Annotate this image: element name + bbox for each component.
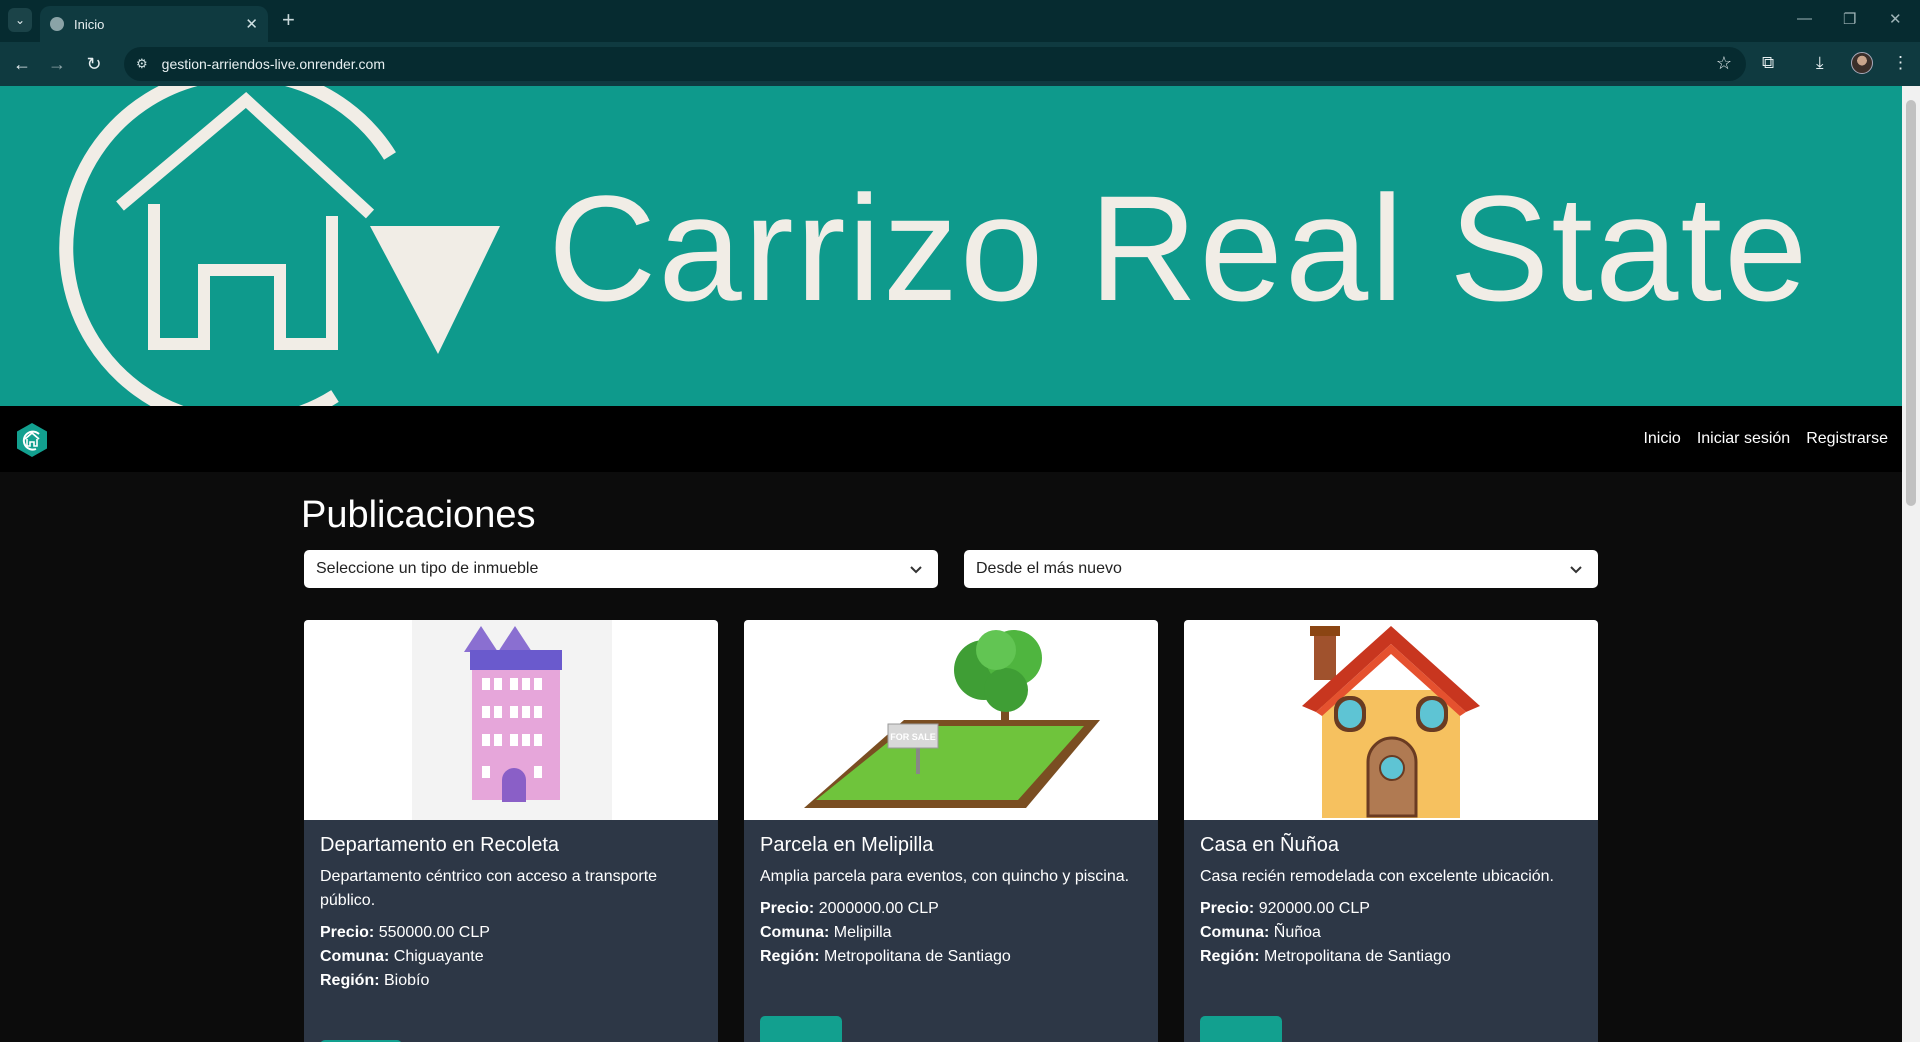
bookmark-star-icon[interactable]: ☆ bbox=[1716, 53, 1732, 74]
tab-search-button[interactable]: ⌄ bbox=[8, 8, 32, 32]
close-icon[interactable]: ✕ bbox=[245, 15, 258, 33]
house-illustration bbox=[1302, 626, 1480, 818]
sort-order-select[interactable]: Desde el más nuevo bbox=[964, 550, 1598, 588]
new-tab-button[interactable]: + bbox=[282, 9, 295, 31]
property-card: Departamento en Recoleta Departamento cé… bbox=[304, 620, 718, 1042]
profile-avatar[interactable] bbox=[1851, 52, 1873, 74]
property-description: Departamento céntrico con acceso a trans… bbox=[320, 868, 658, 909]
extensions-icon[interactable]: ⧉ bbox=[1762, 53, 1774, 73]
property-title: Casa en Ñuñoa bbox=[1200, 834, 1339, 856]
property-details: Precio: 550000.00 CLP Comuna: Chiguayant… bbox=[320, 921, 702, 993]
property-title: Departamento en Recoleta bbox=[320, 834, 560, 856]
address-bar[interactable]: ⚙ gestion-arriendos-live.onrender.com ☆ bbox=[124, 47, 1746, 81]
property-title: Parcela en Melipilla bbox=[760, 834, 934, 856]
property-details: Precio: 2000000.00 CLP Comuna: Melipilla… bbox=[760, 897, 1142, 969]
property-price: 2000000.00 CLP bbox=[818, 900, 939, 917]
price-label: Precio: bbox=[760, 900, 815, 917]
browser-toolbar: ← → ↻ ⚙ gestion-arriendos-live.onrender.… bbox=[0, 42, 1920, 86]
property-card-body: Departamento en Recoleta Departamento cé… bbox=[320, 820, 702, 993]
banner-title: Carrizo Real State bbox=[548, 164, 1810, 332]
property-comuna: Ñuñoa bbox=[1273, 924, 1321, 941]
sort-order-select-value: Desde el más nuevo bbox=[976, 560, 1122, 577]
window-close-icon[interactable]: ✕ bbox=[1889, 10, 1902, 28]
chevron-down-icon bbox=[1570, 566, 1582, 574]
forward-icon[interactable]: → bbox=[45, 52, 69, 76]
chevron-down-icon: ⌄ bbox=[14, 13, 26, 27]
site-logo-icon[interactable] bbox=[14, 422, 50, 458]
property-details: Precio: 920000.00 CLP Comuna: Ñuñoa Regi… bbox=[1200, 897, 1582, 969]
property-card: FOR SALE Parcela en Melipilla Amplia par… bbox=[744, 620, 1158, 1042]
nav-link-iniciar-sesion[interactable]: Iniciar sesión bbox=[1697, 430, 1790, 448]
globe-icon bbox=[50, 17, 64, 31]
property-image bbox=[304, 620, 718, 820]
comuna-label: Comuna: bbox=[760, 924, 830, 941]
chevron-down-icon bbox=[910, 566, 922, 574]
main-content: Publicaciones Seleccione un tipo de inmu… bbox=[0, 472, 1902, 1042]
property-image bbox=[1184, 620, 1598, 820]
comuna-label: Comuna: bbox=[320, 948, 390, 965]
property-region: Biobío bbox=[384, 972, 430, 989]
view-details-button[interactable] bbox=[1200, 1016, 1282, 1042]
restore-icon[interactable]: ❐ bbox=[1843, 10, 1856, 28]
land-parcel-illustration: FOR SALE bbox=[804, 630, 1100, 808]
property-region: Metropolitana de Santiago bbox=[824, 948, 1011, 965]
property-card-body: Casa en Ñuñoa Casa recién remodelada con… bbox=[1200, 820, 1582, 969]
property-card-body: Parcela en Melipilla Amplia parcela para… bbox=[760, 820, 1142, 969]
property-image: FOR SALE bbox=[744, 620, 1158, 820]
property-region: Metropolitana de Santiago bbox=[1264, 948, 1451, 965]
browser-tab-strip: ⌄ Inicio ✕ + — ❐ ✕ bbox=[0, 0, 1920, 42]
page-scrollbar[interactable] bbox=[1902, 86, 1920, 1042]
property-description: Amplia parcela para eventos, con quincho… bbox=[760, 868, 1130, 885]
property-type-select-value: Seleccione un tipo de inmueble bbox=[316, 560, 539, 577]
page-title: Publicaciones bbox=[301, 494, 536, 536]
property-type-select[interactable]: Seleccione un tipo de inmueble bbox=[304, 550, 938, 588]
menu-kebab-icon[interactable]: ⋮ bbox=[1892, 53, 1909, 73]
property-description: Casa recién remodelada con excelente ubi… bbox=[1200, 868, 1554, 885]
comuna-label: Comuna: bbox=[1200, 924, 1270, 941]
page-viewport: Carrizo Real State Inicio Iniciar sesión… bbox=[0, 86, 1902, 1042]
tab-title: Inicio bbox=[74, 16, 105, 32]
region-label: Región: bbox=[320, 972, 380, 989]
region-label: Región: bbox=[1200, 948, 1260, 965]
region-label: Región: bbox=[760, 948, 820, 965]
price-label: Precio: bbox=[1200, 900, 1255, 917]
site-navbar: Inicio Iniciar sesión Registrarse bbox=[0, 406, 1902, 472]
property-price: 920000.00 CLP bbox=[1258, 900, 1370, 917]
house-arrow-logo bbox=[59, 86, 500, 406]
svg-text:FOR SALE: FOR SALE bbox=[890, 732, 936, 742]
nav-link-inicio[interactable]: Inicio bbox=[1643, 430, 1680, 448]
property-price: 550000.00 CLP bbox=[378, 924, 490, 941]
site-info-icon[interactable]: ⚙ bbox=[136, 56, 148, 72]
download-icon[interactable]: ⤓ bbox=[1816, 53, 1824, 73]
view-details-button[interactable] bbox=[760, 1016, 842, 1042]
url-text[interactable]: gestion-arriendos-live.onrender.com bbox=[162, 56, 385, 72]
back-icon[interactable]: ← bbox=[10, 52, 34, 76]
property-comuna: Melipilla bbox=[833, 924, 892, 941]
reload-icon[interactable]: ↻ bbox=[82, 52, 106, 76]
browser-tab[interactable]: Inicio ✕ bbox=[40, 6, 268, 42]
scrollbar-thumb[interactable] bbox=[1906, 100, 1916, 506]
nav-link-registrarse[interactable]: Registrarse bbox=[1806, 430, 1888, 448]
apartment-building-illustration bbox=[412, 620, 612, 820]
minimize-icon[interactable]: — bbox=[1797, 10, 1812, 27]
hero-banner: Carrizo Real State bbox=[0, 86, 1902, 406]
price-label: Precio: bbox=[320, 924, 375, 941]
nav-links: Inicio Iniciar sesión Registrarse bbox=[1643, 406, 1888, 472]
property-comuna: Chiguayante bbox=[393, 948, 484, 965]
property-card: Casa en Ñuñoa Casa recién remodelada con… bbox=[1184, 620, 1598, 1042]
